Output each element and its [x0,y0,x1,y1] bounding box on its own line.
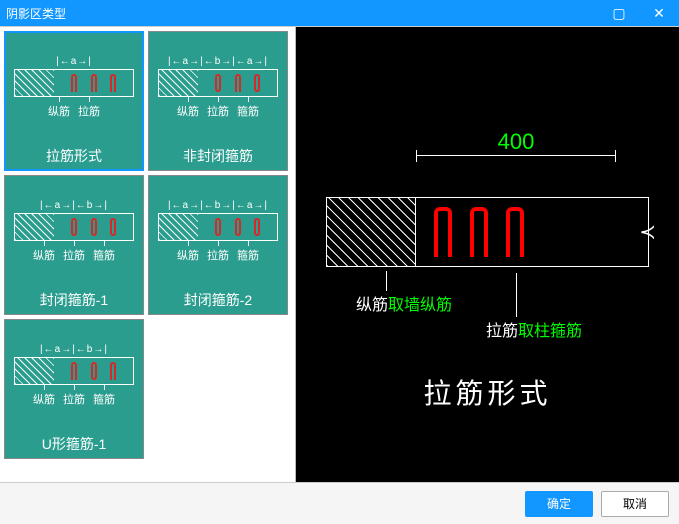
thumbnail-list[interactable]: |←a→| 纵筋 拉筋 拉筋形式 |←a→|←b→|←a→| [0,27,296,482]
annotation-zongjin: 纵筋取墙纵筋 [356,291,452,315]
cad-preview: 400 ≺ 纵筋取墙纵筋 拉筋取柱箍筋 拉筋形式 [296,27,679,482]
rebar-icon [254,74,260,92]
hatch-icon [14,357,54,385]
thumbnail-caption: 封闭箍筋-1 [40,286,108,314]
thumbnail-caption: 封闭箍筋-2 [184,286,252,314]
rebar-icon [506,207,524,257]
preview-pane: 400 ≺ 纵筋取墙纵筋 拉筋取柱箍筋 拉筋形式 [296,27,679,482]
rebar-icon [71,218,77,236]
thumbnail-fengbi-1[interactable]: |←a→|←b→| 纵筋 拉筋 箍筋 封闭箍筋-1 [4,175,144,315]
close-icon[interactable]: ✕ [639,0,679,26]
rebar-icon [235,218,241,236]
thumbnail-lajin[interactable]: |←a→| 纵筋 拉筋 拉筋形式 [4,31,144,171]
thumbnail-fengbi-2[interactable]: |←a→|←b→|←a→| 纵筋 拉筋 箍筋 封闭箍筋-2 [148,175,288,315]
rebar-icon [71,362,77,380]
rebar-icon [91,74,97,92]
thumbnail-caption: 非封闭箍筋 [183,142,253,170]
hatch-icon [158,213,198,241]
rebar-icon [110,218,116,236]
window-title: 阴影区类型 [6,5,66,22]
hatch-icon [326,197,416,267]
rebar-icon [71,74,77,92]
preview-title: 拉筋形式 [296,372,679,412]
thumbnail-diagram: |←a→|←b→|←a→| 纵筋 拉筋 箍筋 [149,176,287,286]
rebar-icon [110,362,116,380]
section-diagram: ≺ [326,197,649,267]
rebar-icon [215,218,221,236]
break-symbol-icon: ≺ [639,220,656,245]
title-bar: 阴影区类型 ▢ ✕ [0,0,679,26]
thumbnail-diagram: |←a→|←b→| 纵筋 拉筋 箍筋 [5,176,143,286]
rebar-icon [91,362,97,380]
annotation-lajin: 拉筋取柱箍筋 [486,317,582,341]
dimension-value: 400 [494,129,539,155]
rebar-icon [470,207,488,257]
rebar-icon [91,218,97,236]
rebar-icon [235,74,241,92]
thumbnail-uxing-1[interactable]: |←a→|←b→| 纵筋 拉筋 箍筋 U形箍筋-1 [4,319,144,459]
rebar-icon [110,74,116,92]
rebar-icon [215,74,221,92]
content-area: |←a→| 纵筋 拉筋 拉筋形式 |←a→|←b→|←a→| [0,26,679,482]
rebar-icon [434,207,452,257]
thumbnail-diagram: |←a→|←b→| 纵筋 拉筋 箍筋 [5,320,143,430]
thumbnail-diagram: |←a→| 纵筋 拉筋 [5,32,143,142]
ok-button[interactable]: 确定 [525,491,593,517]
window-controls: ▢ ✕ [599,0,679,26]
thumbnail-caption: 拉筋形式 [46,142,102,170]
thumbnail-feifengbi[interactable]: |←a→|←b→|←a→| 纵筋 拉筋 箍筋 非封闭箍筋 [148,31,288,171]
cancel-button[interactable]: 取消 [601,491,669,517]
rebar-icon [254,218,260,236]
hatch-icon [14,69,54,97]
hatch-icon [14,213,54,241]
thumbnail-caption: U形箍筋-1 [42,430,107,458]
maximize-icon[interactable]: ▢ [599,0,639,26]
thumbnail-diagram: |←a→|←b→|←a→| 纵筋 拉筋 箍筋 [149,32,287,142]
dialog-footer: 确定 取消 [0,482,679,524]
hatch-icon [158,69,198,97]
dimension-line: 400 [416,155,616,156]
